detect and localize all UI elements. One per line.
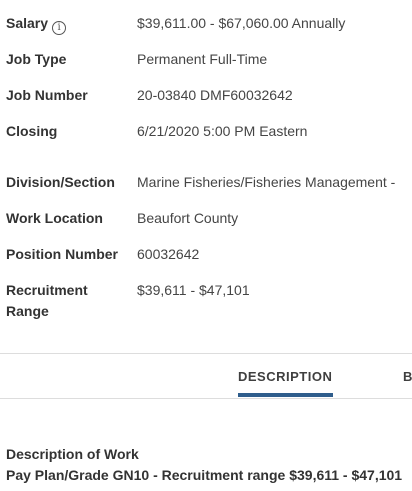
active-tab-indicator <box>238 393 333 397</box>
pay-plan-line: Pay Plan/Grade GN10 - Recruitment range … <box>6 467 403 483</box>
work-location-label: Work Location <box>6 210 103 226</box>
recruitment-range-value: $39,611 - $47,101 <box>137 282 250 298</box>
position-number-value: 60032642 <box>137 246 200 262</box>
tab-description[interactable]: DESCRIPTION <box>238 368 332 385</box>
division-label: Division/Section <box>6 174 115 190</box>
closing-label: Closing <box>6 123 58 139</box>
division-value: Marine Fisheries/Fisheries Management - <box>137 174 396 190</box>
work-location-value: Beaufort County <box>137 210 239 226</box>
recruitment-range-label: Recruitment Range <box>6 282 88 319</box>
tabs-bottom-divider <box>0 398 412 399</box>
info-icon[interactable]: i <box>52 21 67 35</box>
salary-value: $39,611.00 - $67,060.00 Annually <box>137 15 346 31</box>
job-type-label: Job Type <box>6 51 67 67</box>
tab-benefits-partial[interactable]: B <box>403 368 412 385</box>
job-number-label: Job Number <box>6 87 88 103</box>
job-type-value: Permanent Full-Time <box>137 51 268 67</box>
description-heading: Description of Work <box>6 446 139 462</box>
position-number-label: Position Number <box>6 246 119 262</box>
job-number-value: 20-03840 DMF60032642 <box>137 87 293 103</box>
tabs-top-divider <box>0 353 412 354</box>
salary-label: Salary i <box>6 13 67 35</box>
closing-value: 6/21/2020 5:00 PM Eastern <box>137 123 308 139</box>
